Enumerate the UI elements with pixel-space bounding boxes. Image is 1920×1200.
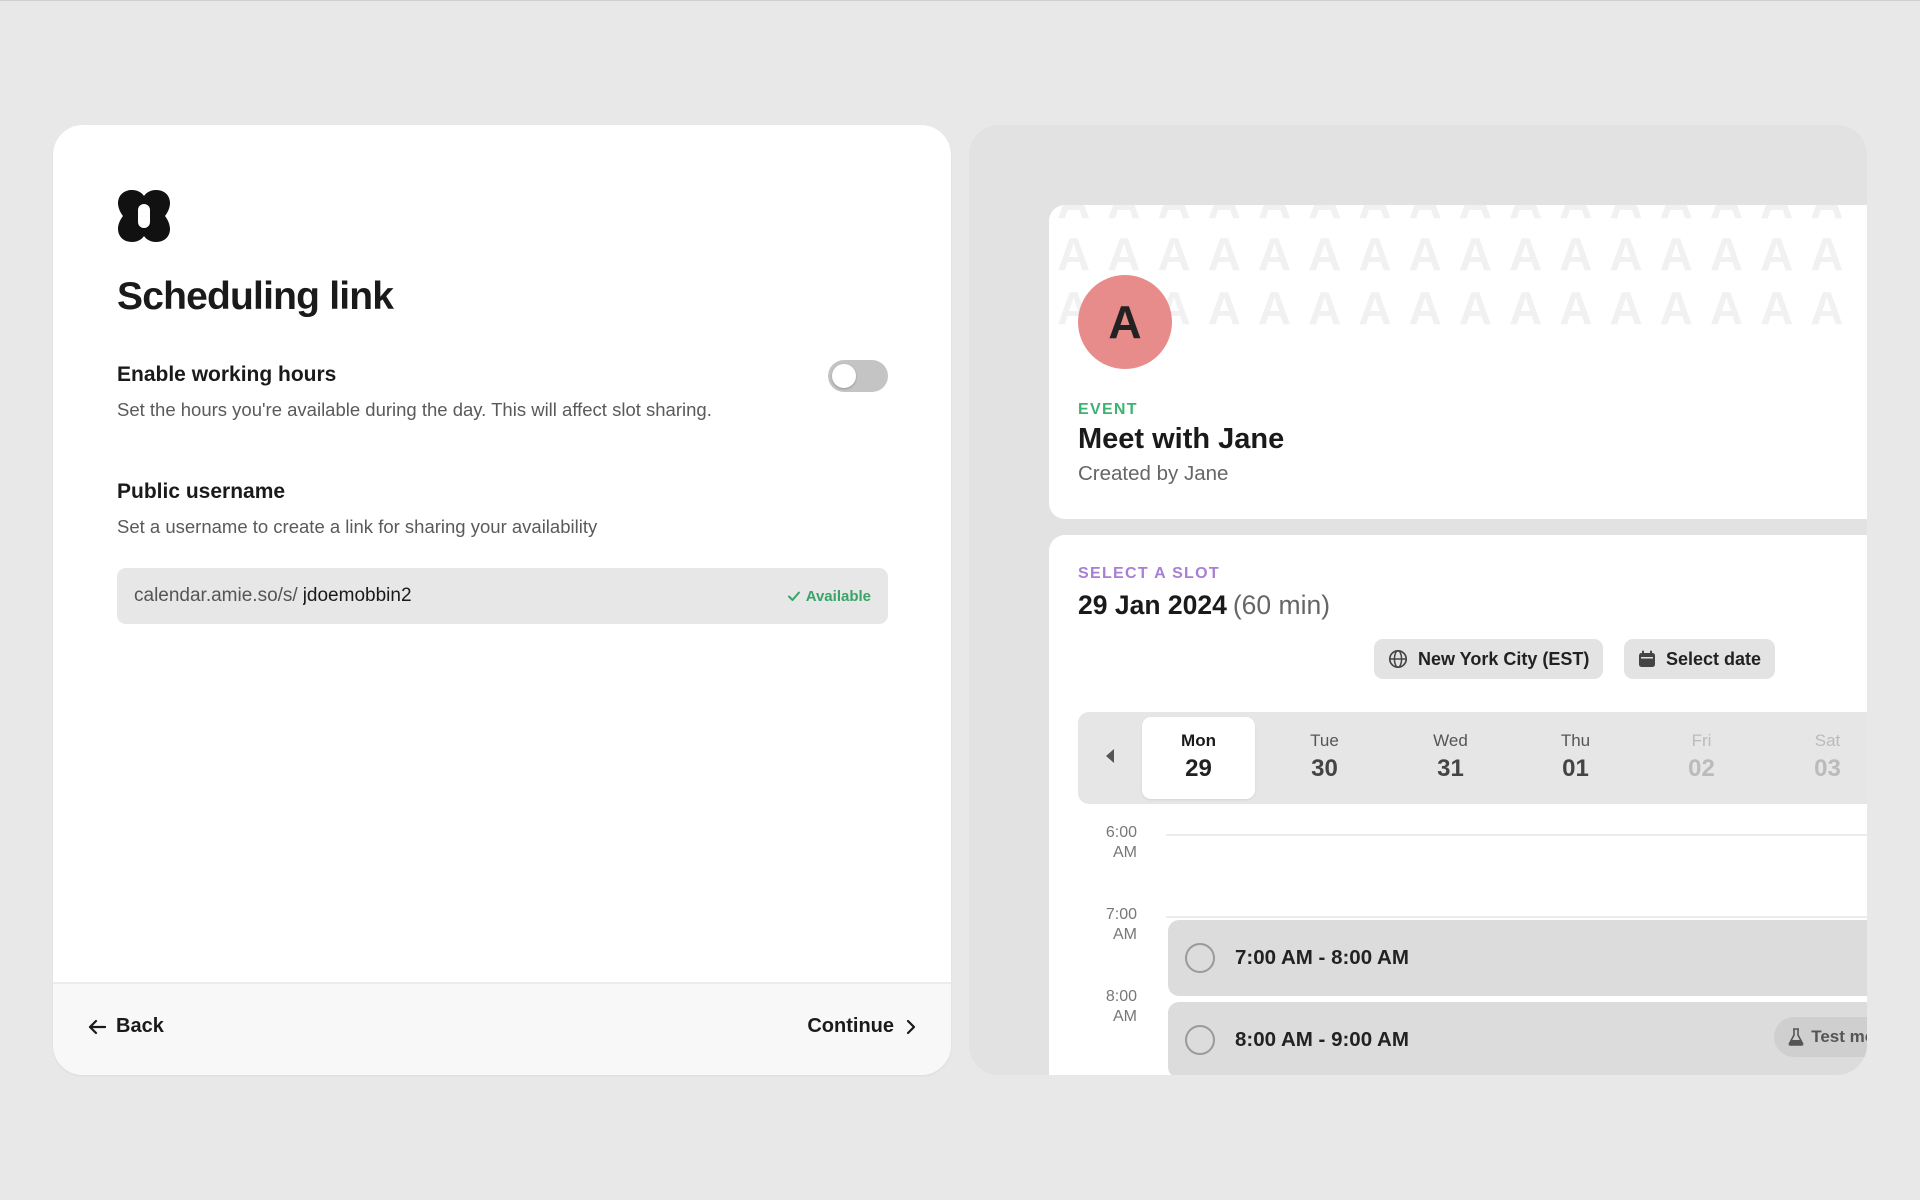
day-number: 03 [1814, 755, 1841, 782]
day-number: 29 [1185, 755, 1212, 782]
globe-icon [1388, 649, 1408, 669]
check-icon [787, 591, 800, 601]
day-number: 01 [1562, 755, 1589, 782]
flask-icon [1788, 1028, 1804, 1046]
day-number: 02 [1688, 755, 1715, 782]
day-mon[interactable]: Mon 29 [1142, 717, 1255, 799]
arrow-left-icon [88, 1019, 106, 1034]
select-date-label: Select date [1666, 648, 1762, 669]
timezone-button[interactable]: New York City (EST) [1374, 639, 1604, 679]
day-name: Tue [1310, 731, 1339, 750]
timezone-label: New York City (EST) [1418, 648, 1590, 669]
day-name: Wed [1433, 731, 1468, 750]
day-name: Sat [1814, 731, 1841, 750]
time-hour: 7:00 [1105, 906, 1137, 923]
day-fri[interactable]: Fri 02 [1645, 717, 1758, 799]
time-ampm: AM [1113, 1008, 1137, 1025]
setup-card: Scheduling link Enable working hours Set… [53, 125, 951, 1075]
day-sat[interactable]: Sat 03 [1771, 717, 1867, 799]
working-hours-toggle[interactable] [828, 360, 888, 392]
day-name: Mon [1181, 731, 1216, 750]
time-hour: 8:00 [1105, 988, 1137, 1005]
page-title: Scheduling link [117, 275, 394, 318]
select-date-button[interactable]: Select date [1624, 639, 1776, 679]
username-url-prefix: calendar.amie.so/s/ [134, 585, 298, 606]
slot-label: 8:00 AM - 9:00 AM [1235, 1028, 1409, 1051]
hour-gridline [1166, 916, 1867, 918]
test-mode-badge: Test mode [1774, 1017, 1867, 1057]
back-label: Back [116, 1015, 164, 1037]
calendar-icon [1639, 650, 1655, 667]
back-button[interactable]: Back [88, 1015, 164, 1038]
toggle-knob [832, 364, 856, 388]
chevron-right-icon [906, 1019, 916, 1034]
slot-date: 29 Jan 2024 (60 min) [1078, 590, 1330, 621]
day-number: 31 [1437, 755, 1464, 782]
username-input[interactable] [302, 585, 787, 607]
time-label-8am: 8:00 AM [1087, 987, 1137, 1027]
avatar: A [1078, 275, 1172, 369]
username-field[interactable]: calendar.amie.so/s/ Available [117, 568, 888, 624]
selected-date: 29 Jan 2024 [1078, 590, 1227, 620]
day-number: 30 [1311, 755, 1338, 782]
app-logo-icon [118, 190, 170, 242]
availability-label: Available [805, 587, 871, 605]
event-eyebrow: EVENT [1078, 401, 1138, 418]
day-wed[interactable]: Wed 31 [1394, 717, 1507, 799]
availability-status: Available [787, 588, 871, 605]
time-slot[interactable]: 8:00 AM - 9:00 AM Test mode [1168, 1002, 1867, 1075]
pattern-row: AAAAAAAAAAAAAAAA [1057, 205, 1861, 229]
slot-radio[interactable] [1185, 943, 1215, 973]
setup-footer: Back Continue [53, 982, 951, 1075]
booking-preview: AAAAAAAAAAAAAAAA AAAAAAAAAAAAAAAA AAAAAA… [969, 125, 1867, 1075]
day-tue[interactable]: Tue 30 [1268, 717, 1381, 799]
day-name: Fri [1691, 731, 1712, 750]
time-slot[interactable]: 7:00 AM - 8:00 AM [1168, 920, 1867, 996]
day-thu[interactable]: Thu 01 [1519, 717, 1632, 799]
slot-duration: (60 min) [1232, 590, 1331, 620]
working-hours-title: Enable working hours [117, 363, 337, 386]
slot-picker: SELECT A SLOT 29 Jan 2024 (60 min) New Yo… [1049, 535, 1867, 1075]
caret-left-icon[interactable] [1105, 748, 1115, 764]
slot-eyebrow: SELECT A SLOT [1078, 565, 1220, 582]
public-username-title: Public username [117, 480, 286, 503]
continue-button[interactable]: Continue [807, 1015, 916, 1038]
hour-gridline [1166, 834, 1867, 836]
time-label-6am: 6:00 AM [1087, 823, 1137, 863]
event-creator: Created by Jane [1078, 462, 1229, 485]
time-hour: 6:00 [1105, 824, 1137, 841]
time-ampm: AM [1113, 844, 1137, 861]
week-day-strip: Mon 29 Tue 30 Wed 31 Thu 01 Fri 02 Sat 0… [1078, 712, 1867, 804]
continue-label: Continue [807, 1015, 894, 1037]
working-hours-description: Set the hours you're available during th… [117, 399, 712, 420]
top-divider [0, 0, 1920, 1]
time-ampm: AM [1113, 926, 1137, 943]
event-title: Meet with Jane [1078, 423, 1285, 455]
public-username-description: Set a username to create a link for shar… [117, 516, 598, 537]
pattern-row: AAAAAAAAAAAAAAAA [1057, 282, 1861, 334]
test-mode-label: Test mode [1811, 1027, 1867, 1046]
time-label-7am: 7:00 AM [1087, 905, 1137, 945]
day-name: Thu [1560, 731, 1591, 750]
slot-label: 7:00 AM - 8:00 AM [1235, 946, 1409, 969]
pattern-row: AAAAAAAAAAAAAAAA [1057, 228, 1861, 280]
event-card: AAAAAAAAAAAAAAAA AAAAAAAAAAAAAAAA AAAAAA… [1049, 205, 1867, 519]
slot-radio[interactable] [1185, 1025, 1215, 1055]
